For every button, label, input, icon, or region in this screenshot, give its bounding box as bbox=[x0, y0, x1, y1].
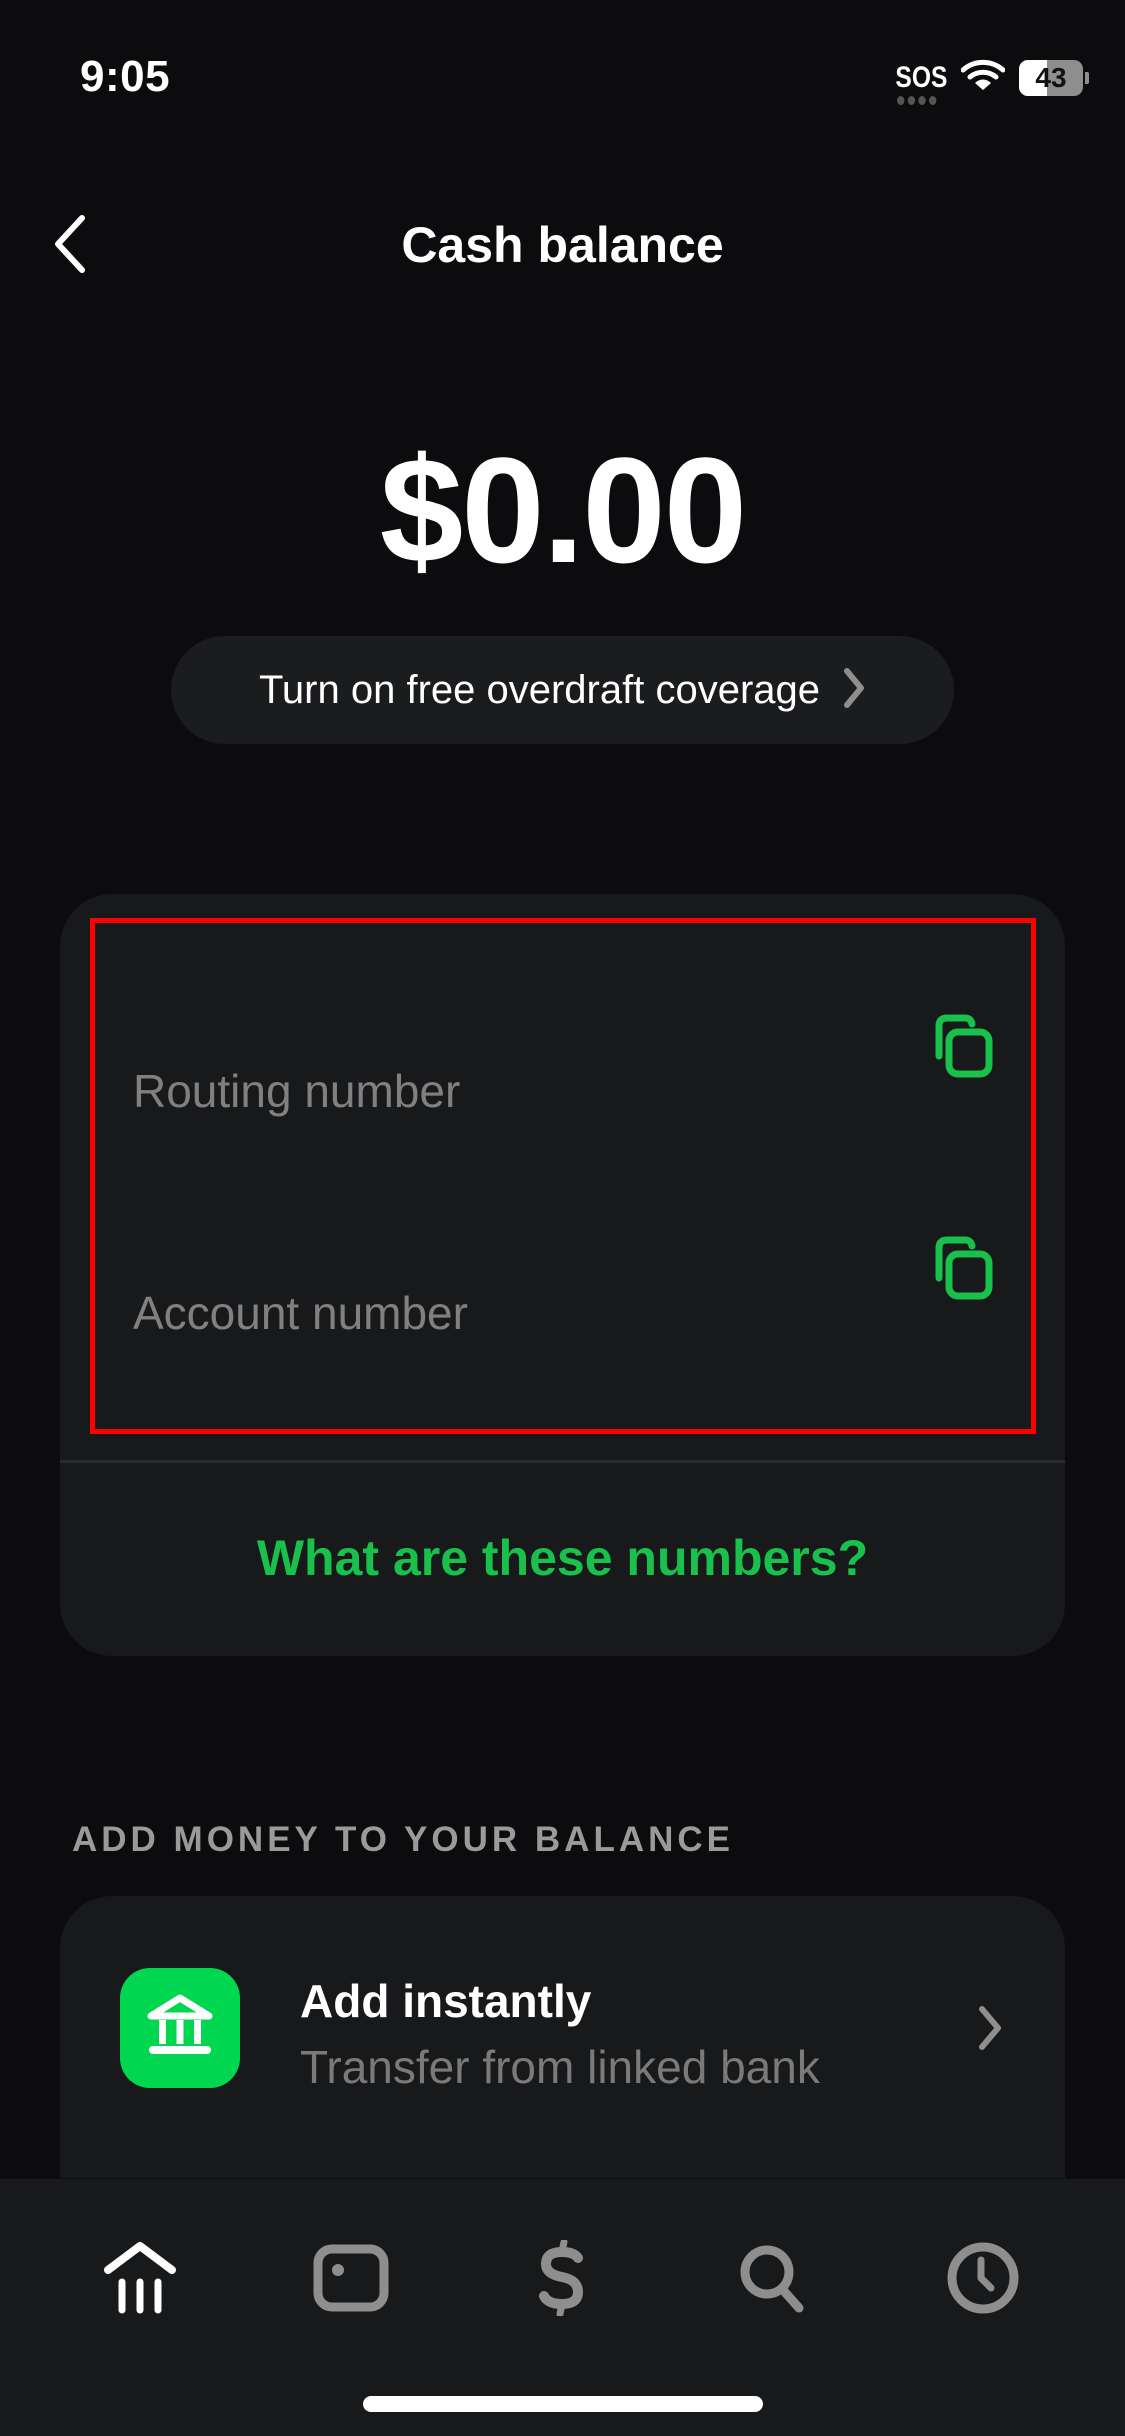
tab-home[interactable] bbox=[90, 2230, 190, 2330]
nav-header: Cash balance bbox=[0, 200, 1125, 290]
add-instantly-row[interactable]: Add instantly Transfer from linked bank bbox=[60, 1896, 1065, 2136]
home-indicator[interactable] bbox=[363, 2396, 763, 2412]
overdraft-coverage-button[interactable]: Turn on free overdraft coverage bbox=[171, 636, 954, 744]
copy-icon bbox=[929, 1236, 995, 1306]
add-instantly-title: Add instantly bbox=[300, 1975, 592, 2027]
tab-card[interactable] bbox=[301, 2230, 401, 2330]
bank-tile bbox=[120, 1968, 240, 2088]
search-icon bbox=[737, 2242, 807, 2319]
card-icon bbox=[313, 2244, 389, 2317]
wifi-icon bbox=[960, 58, 1006, 97]
account-number-row: Account number bbox=[60, 1216, 1065, 1416]
page-title: Cash balance bbox=[401, 217, 724, 273]
dollar-icon bbox=[536, 2238, 588, 2321]
battery-icon: 43 bbox=[1019, 59, 1083, 96]
battery-nub bbox=[1085, 71, 1089, 84]
status-indicators: SOS 43 bbox=[884, 58, 1089, 105]
status-bar: 9:05 SOS 43 bbox=[0, 0, 1125, 150]
chevron-right-icon bbox=[842, 666, 866, 715]
copy-routing-button[interactable] bbox=[929, 1014, 995, 1080]
what-are-these-numbers-link[interactable]: What are these numbers? bbox=[60, 1460, 1065, 1656]
section-heading-add-money: ADD MONEY TO YOUR BALANCE bbox=[72, 1820, 734, 1859]
copy-icon bbox=[929, 1014, 995, 1084]
bank-icon bbox=[100, 2240, 180, 2321]
tab-pay[interactable] bbox=[512, 2230, 612, 2330]
tab-activity[interactable] bbox=[933, 2230, 1033, 2330]
clock-icon bbox=[945, 2240, 1021, 2321]
routing-number-row: Routing number bbox=[60, 994, 1065, 1194]
copy-account-button[interactable] bbox=[929, 1236, 995, 1302]
battery-level: 43 bbox=[1035, 61, 1067, 93]
tab-search[interactable] bbox=[722, 2230, 822, 2330]
overdraft-label: Turn on free overdraft coverage bbox=[258, 667, 821, 712]
routing-number-label: Routing number bbox=[133, 1065, 461, 1117]
sos-label: SOS bbox=[895, 60, 947, 94]
account-numbers-card: Routing number Account number What are t… bbox=[60, 894, 1065, 1656]
sos-indicator: SOS bbox=[895, 60, 947, 105]
balance-amount: $0.00 bbox=[379, 426, 747, 594]
bank-icon bbox=[145, 1994, 215, 2063]
chevron-right-icon bbox=[977, 2004, 1003, 2057]
status-time: 9:05 bbox=[80, 52, 171, 101]
add-instantly-subtitle: Transfer from linked bank bbox=[300, 2041, 820, 2093]
account-number-label: Account number bbox=[133, 1287, 468, 1339]
signal-dots bbox=[896, 95, 937, 105]
